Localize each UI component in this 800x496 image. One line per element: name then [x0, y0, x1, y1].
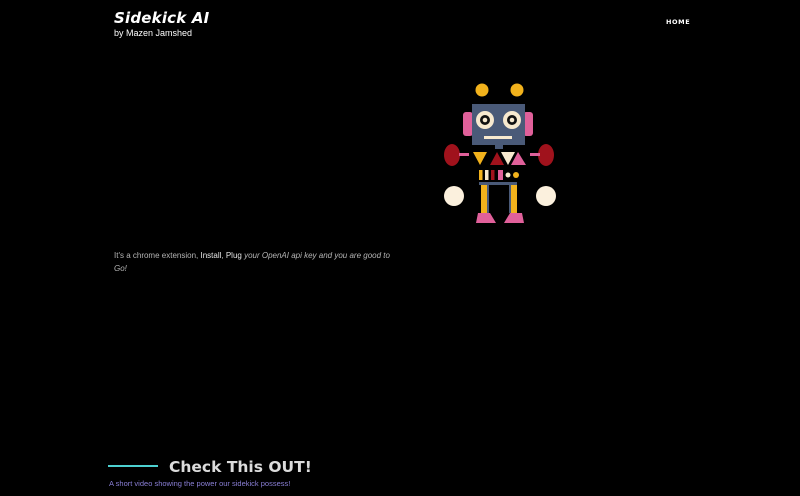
nav-home-link[interactable]: HOME: [666, 18, 690, 26]
brand-subtitle: by Mazen Jamshed: [114, 28, 193, 38]
robot-antenna-right: [510, 83, 524, 97]
page: Sidekick AI by Mazen Jamshed HOME It's a…: [0, 0, 800, 496]
robot-chest-triangle-1: [473, 152, 487, 165]
robot-hand-left: [444, 144, 460, 166]
robot-fist-left: [444, 186, 464, 206]
robot-leg-left: [481, 185, 487, 213]
intro-prefix: It's a chrome extension,: [114, 251, 201, 260]
robot-fist-right: [536, 186, 556, 206]
robot-ear-left: [463, 112, 473, 136]
robot-antenna-left: [475, 83, 489, 97]
robot-illustration: [444, 83, 556, 223]
section-accent-rule: [108, 465, 158, 467]
intro-text: It's a chrome extension, Install, Plug y…: [114, 249, 404, 275]
intro-plug: Plug: [225, 251, 242, 260]
intro-install: Install: [200, 251, 222, 260]
section-title: Check This OUT!: [169, 458, 312, 476]
robot-foot-right: [504, 213, 524, 223]
robot-chest-triangle-2: [490, 152, 504, 165]
brand-title[interactable]: Sidekick AI: [114, 9, 209, 27]
robot-hand-right: [538, 144, 554, 166]
brand: Sidekick AI by Mazen Jamshed: [114, 9, 209, 39]
robot-leg-right: [511, 185, 517, 213]
section-subtitle: A short video showing the power our side…: [109, 479, 291, 488]
robot-foot-left: [476, 213, 496, 223]
robot-mouth: [484, 136, 512, 139]
